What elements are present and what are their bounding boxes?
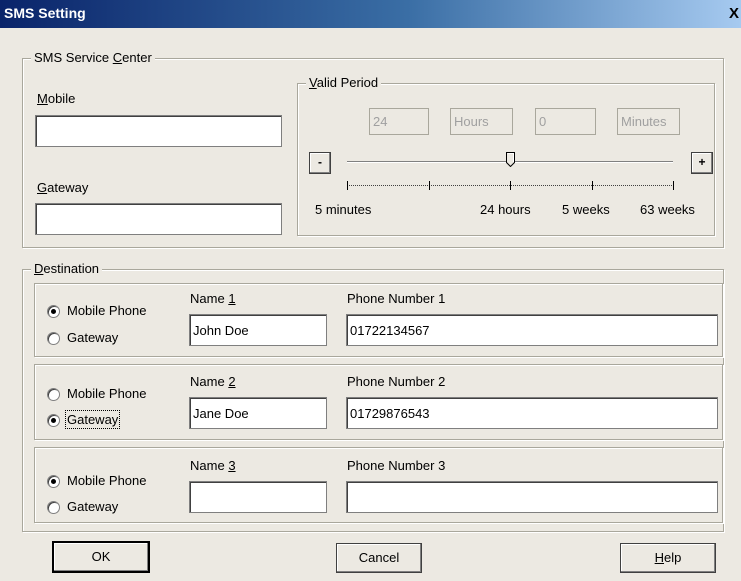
destination-legend: Destination — [31, 261, 103, 276]
scale-label-24-hours: 24 hours — [480, 202, 531, 217]
row1-phone-input[interactable] — [346, 314, 718, 346]
gateway-label: Gateway — [37, 180, 89, 195]
scale-label-63-weeks: 63 weeks — [640, 202, 695, 217]
scale-label-5-minutes: 5 minutes — [315, 202, 372, 217]
row1-name-input[interactable] — [189, 314, 327, 346]
sms-setting-dialog: SMS Setting X SMS Service Center Mobile … — [0, 0, 741, 581]
row2-phone-label: Phone Number 2 — [347, 374, 446, 389]
row3-mobile-radio-button[interactable] — [47, 475, 60, 488]
row2-gateway-radio-button[interactable] — [47, 414, 60, 427]
row3-gateway-radio-button[interactable] — [47, 501, 60, 514]
ok-button[interactable]: OK — [52, 541, 150, 573]
period-value-field — [369, 108, 429, 135]
help-button[interactable]: Help — [620, 543, 716, 573]
title-bar: SMS Setting X — [0, 0, 741, 28]
row3-phone-input[interactable] — [346, 481, 718, 513]
cancel-button[interactable]: Cancel — [336, 543, 422, 573]
decrease-period-button[interactable]: - — [309, 152, 331, 174]
increase-period-button[interactable]: + — [691, 152, 713, 174]
row3-name-label: Name 3 — [190, 458, 236, 473]
row3-name-input[interactable] — [189, 481, 327, 513]
row1-name-label: Name 1 — [190, 291, 236, 306]
period-unit-field — [450, 108, 513, 135]
scale-label-5-weeks: 5 weeks — [562, 202, 610, 217]
sms-service-center-legend: SMS Service Center — [31, 50, 155, 65]
row3-gateway-label: Gateway — [67, 499, 119, 514]
row3-mobile-label: Mobile Phone — [67, 473, 147, 488]
close-icon[interactable]: X — [729, 4, 741, 24]
valid-period-legend: Valid Period — [306, 75, 382, 90]
row2-gateway-label: Gateway — [64, 410, 121, 429]
mobile-input[interactable] — [35, 115, 282, 147]
row1-mobile-label: Mobile Phone — [67, 303, 147, 318]
period-minutes-unit-field — [617, 108, 680, 135]
row2-mobile-label: Mobile Phone — [67, 386, 147, 401]
row2-name-input[interactable] — [189, 397, 327, 429]
period-slider-thumb[interactable] — [505, 152, 515, 167]
row1-mobile-radio-button[interactable] — [47, 305, 60, 318]
row1-gateway-radio-button[interactable] — [47, 332, 60, 345]
row1-phone-label: Phone Number 1 — [347, 291, 446, 306]
window-title: SMS Setting — [4, 5, 86, 21]
mobile-label: Mobile — [37, 91, 76, 106]
gateway-input[interactable] — [35, 203, 282, 235]
row1-gateway-label: Gateway — [67, 330, 119, 345]
row2-name-label: Name 2 — [190, 374, 236, 389]
row2-phone-input[interactable] — [346, 397, 718, 429]
row3-phone-label: Phone Number 3 — [347, 458, 446, 473]
period-slider-ticks — [347, 181, 674, 190]
row2-mobile-radio-button[interactable] — [47, 388, 60, 401]
period-minutes-value-field — [535, 108, 596, 135]
